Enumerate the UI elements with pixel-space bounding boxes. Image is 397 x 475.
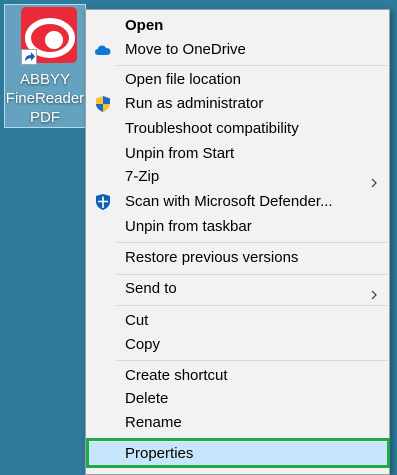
menu-item-unpin-from-start[interactable]: Unpin from Start [88, 142, 387, 166]
chevron-right-icon [369, 284, 379, 300]
properties-highlight-box [86, 438, 390, 468]
menu-item-delete[interactable]: Delete [88, 387, 387, 411]
desktop-shortcut-abbyy-finereader[interactable]: ABBYY FineReader PDF [4, 4, 86, 128]
desktop-shortcut-label: ABBYY FineReader PDF [5, 71, 85, 126]
menu-item-open-file-location[interactable]: Open file location [88, 68, 387, 92]
chevron-right-icon [369, 172, 379, 188]
context-menu: Open Move to OneDrive Open file location… [85, 9, 390, 475]
menu-item-move-to-onedrive[interactable]: Move to OneDrive [88, 38, 387, 62]
menu-item-7-zip[interactable]: 7-Zip [88, 165, 387, 189]
menu-item-send-to[interactable]: Send to [88, 277, 387, 301]
uac-shield-icon [94, 95, 112, 113]
shortcut-arrow-icon [21, 49, 37, 65]
menu-separator [116, 305, 387, 306]
defender-shield-icon [94, 193, 112, 211]
menu-item-restore-previous-versions[interactable]: Restore previous versions [88, 246, 387, 270]
menu-item-troubleshoot-compatibility[interactable]: Troubleshoot compatibility [88, 117, 387, 141]
menu-item-copy[interactable]: Copy [88, 333, 387, 357]
menu-item-scan-with-defender[interactable]: Scan with Microsoft Defender... [88, 190, 387, 214]
menu-separator [116, 242, 387, 243]
menu-separator [116, 274, 387, 275]
menu-item-run-as-administrator[interactable]: Run as administrator [88, 92, 387, 116]
menu-item-cut[interactable]: Cut [88, 309, 387, 333]
menu-item-create-shortcut[interactable]: Create shortcut [88, 364, 387, 388]
onedrive-cloud-icon [94, 41, 112, 59]
menu-item-rename[interactable]: Rename [88, 411, 387, 435]
menu-item-unpin-from-taskbar[interactable]: Unpin from taskbar [88, 215, 387, 239]
menu-separator [116, 65, 387, 66]
menu-separator [116, 360, 387, 361]
menu-item-open[interactable]: Open [88, 14, 387, 38]
